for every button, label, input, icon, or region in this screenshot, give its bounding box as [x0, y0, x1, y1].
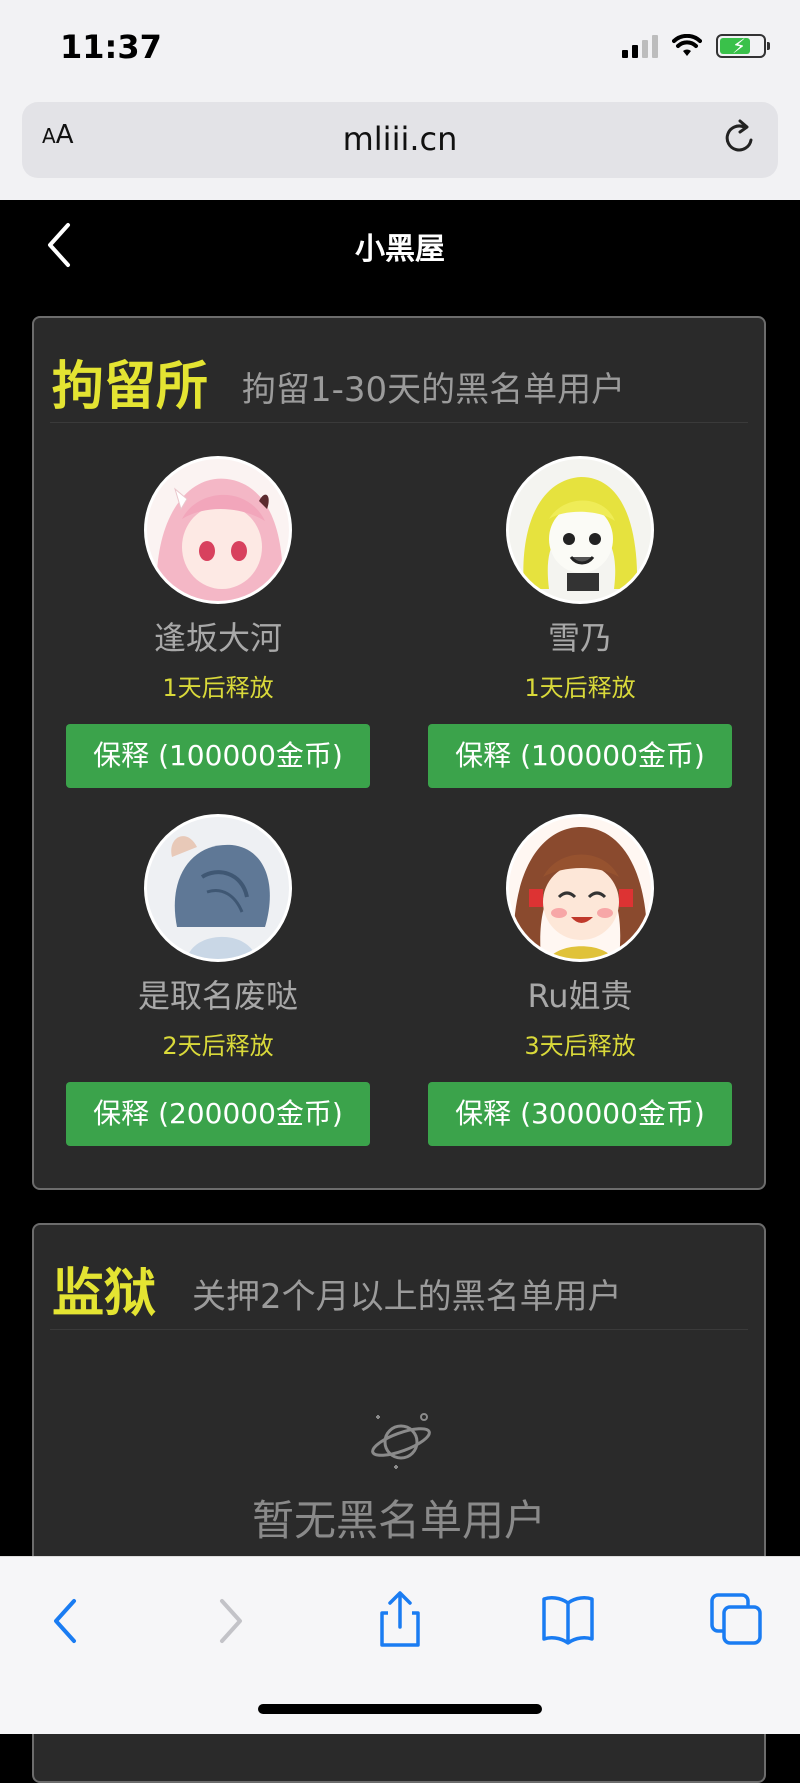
avatar[interactable]	[506, 814, 654, 962]
user-name: 雪乃	[547, 619, 612, 657]
pink-hair-anime-avatar-icon	[147, 459, 289, 601]
detention-title: 拘留所	[52, 357, 209, 417]
bail-button[interactable]: 保释 (100000金币)	[66, 724, 370, 788]
blacklist-user-card: 是取名废哒 2天后释放 保释 (200000金币)	[66, 814, 370, 1146]
status-icons: ⚡	[622, 34, 770, 58]
page-header: 小黑屋	[0, 200, 800, 290]
blacklist-user-card: Ru姐贵 3天后释放 保释 (300000金币)	[428, 814, 732, 1146]
avatar[interactable]	[144, 456, 292, 604]
wifi-icon	[672, 34, 702, 56]
user-name: 是取名废哒	[137, 977, 298, 1015]
release-time: 2天后释放	[162, 1032, 274, 1060]
empty-state-text: 暂无黑名单用户	[251, 1496, 546, 1545]
user-name: 逢坂大河	[153, 619, 282, 657]
url-text[interactable]: mliii.cn	[22, 120, 778, 158]
cellular-signal-icon	[622, 34, 658, 58]
detention-header: 拘留所 拘留1-30天的黑名单用户	[50, 336, 748, 423]
home-indicator	[258, 1704, 542, 1714]
reload-icon[interactable]	[720, 118, 760, 158]
user-name: Ru姐贵	[527, 977, 633, 1015]
crying-anime-avatar-icon	[509, 817, 651, 959]
status-time: 11:37	[60, 28, 162, 66]
detention-card: 拘留所 拘留1-30天的黑名单用户 逢坂大河 1天后释放 保释 (100000金…	[32, 316, 766, 1190]
release-time: 1天后释放	[524, 674, 636, 702]
bail-button[interactable]: 保释 (200000金币)	[66, 1082, 370, 1146]
release-time: 1天后释放	[162, 674, 274, 702]
avatar[interactable]	[506, 456, 654, 604]
address-bar[interactable]: AA mliii.cn	[22, 102, 778, 178]
planet-icon	[371, 1413, 431, 1469]
forward-icon[interactable]	[200, 1589, 260, 1649]
release-time: 3天后释放	[524, 1032, 636, 1060]
bail-button[interactable]: 保释 (300000金币)	[428, 1082, 732, 1146]
bookmarks-icon[interactable]	[538, 1589, 598, 1649]
back-icon[interactable]	[36, 1589, 96, 1649]
prison-title: 监狱	[52, 1264, 157, 1324]
blonde-manga-avatar-icon	[509, 459, 651, 601]
prison-subtitle: 关押2个月以上的黑名单用户	[192, 1277, 622, 1317]
tabs-icon[interactable]	[706, 1589, 766, 1649]
share-icon[interactable]	[370, 1589, 430, 1649]
avatar[interactable]	[144, 814, 292, 962]
bail-button[interactable]: 保释 (100000金币)	[428, 724, 732, 788]
detention-subtitle: 拘留1-30天的黑名单用户	[242, 370, 626, 410]
blue-hair-avatar-icon	[147, 817, 289, 959]
battery-charging-icon: ⚡	[716, 34, 770, 58]
prison-header: 监狱 关押2个月以上的黑名单用户	[50, 1243, 748, 1330]
status-and-address-area: 11:37 ⚡ AA mliii.cn	[0, 0, 800, 200]
page-title: 小黑屋	[355, 232, 445, 267]
blacklist-user-card: 雪乃 1天后释放 保释 (100000金币)	[428, 456, 732, 788]
blacklist-user-card: 逢坂大河 1天后释放 保释 (100000金币)	[66, 456, 370, 788]
